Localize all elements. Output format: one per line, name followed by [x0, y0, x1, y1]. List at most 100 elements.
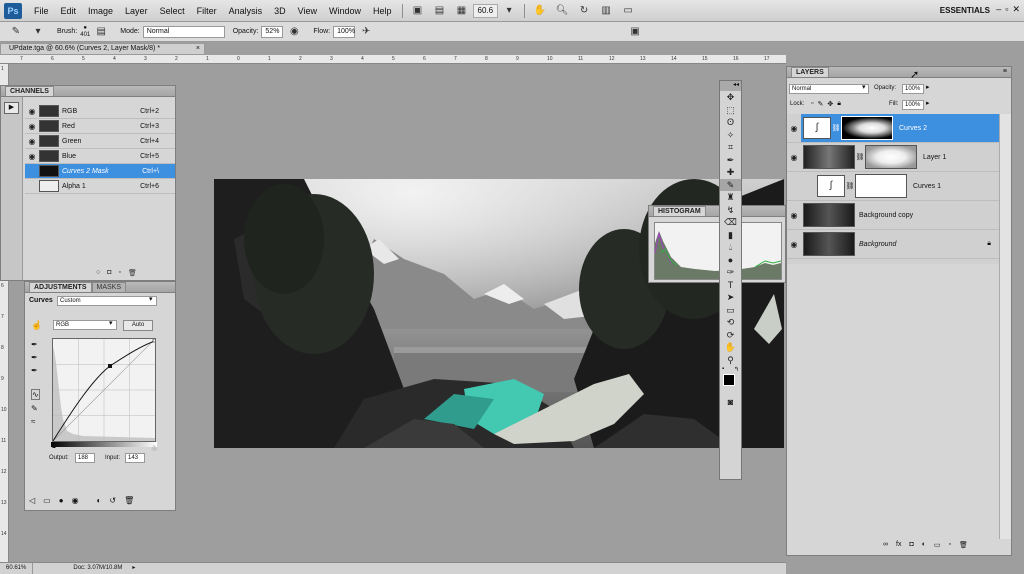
eyedropper-tool-icon[interactable]: ✒ — [720, 154, 741, 167]
tab-adjustments[interactable]: ADJUSTMENTS — [29, 282, 92, 292]
preset-select[interactable]: Custom — [57, 296, 157, 306]
rotate-view-icon[interactable]: ↻ — [576, 4, 592, 18]
toolbox-collapse-icon[interactable]: ◂◂ — [720, 81, 741, 91]
expand-panel-icon[interactable]: ▶ — [4, 102, 19, 114]
link-icon[interactable]: ⛓ — [845, 182, 855, 190]
brush-preset-picker[interactable]: ● 401 — [80, 25, 90, 39]
chevron-down-icon[interactable]: ▾ — [30, 25, 46, 39]
zoom-tool-icon[interactable]: ⚲ — [720, 354, 741, 367]
menu-layer[interactable]: Layer — [119, 0, 154, 22]
menu-select[interactable]: Select — [154, 0, 191, 22]
black-point-eyedropper-icon[interactable]: ✒ — [31, 340, 40, 349]
histogram-tab[interactable]: HISTOGRAM — [653, 206, 706, 216]
move-tool-icon[interactable]: ✥ — [720, 91, 741, 104]
launch-bridge-icon[interactable]: ▣ — [410, 4, 426, 18]
lock-all-icon[interactable]: 🔒︎ — [837, 100, 841, 108]
blur-tool-icon[interactable]: 💧︎ — [720, 241, 741, 254]
hand-tool-icon[interactable]: ✋ — [720, 341, 741, 354]
dodge-tool-icon[interactable]: ● — [720, 254, 741, 267]
new-layer-icon[interactable]: ▫ — [949, 541, 951, 549]
input-field[interactable]: 143 — [125, 453, 145, 463]
layer-row-curves-1[interactable]: ∫ ⛓ Curves 1 — [787, 172, 999, 201]
type-tool-icon[interactable]: T — [720, 279, 741, 292]
delete-layer-icon[interactable]: 🗑︎ — [959, 541, 968, 549]
blend-mode-select[interactable]: Normal — [789, 84, 869, 94]
brush-tool-icon[interactable]: ✎ — [8, 25, 24, 39]
link-icon[interactable]: ⛓ — [831, 124, 841, 132]
expanded-view-icon[interactable]: ▭ — [43, 496, 51, 505]
tablet-pressure-size-icon[interactable]: ▣ — [627, 25, 643, 39]
channel-row-rgb[interactable]: ◉ RGB Ctrl+2 — [25, 104, 175, 119]
layers-tab[interactable]: LAYERS — [791, 67, 829, 77]
panel-menu-icon[interactable]: ≡ — [1003, 67, 1007, 77]
eye-icon[interactable]: ◉ — [25, 107, 39, 116]
menu-filter[interactable]: Filter — [191, 0, 223, 22]
menu-image[interactable]: Image — [82, 0, 119, 22]
edit-points-icon[interactable]: ∿ — [31, 389, 40, 400]
workspace-switcher[interactable]: ESSENTIALS — [940, 0, 990, 22]
chevron-down-icon[interactable]: ▾ — [109, 319, 113, 327]
smooth-icon[interactable]: ≈ — [31, 417, 40, 426]
document-tab[interactable]: UPdate.tga @ 60.6% (Curves 2, Layer Mask… — [0, 43, 205, 55]
chevron-down-icon[interactable]: ▾ — [149, 295, 153, 303]
black-point-slider-icon[interactable]: ▲ — [51, 444, 57, 450]
layer-row-background-copy[interactable]: ◉ Background copy — [787, 201, 999, 230]
opacity-slider-icon[interactable]: ▸ — [926, 83, 930, 91]
new-adjustment-layer-icon[interactable]: ◐ — [922, 541, 926, 549]
link-layers-icon[interactable]: ∞ — [883, 541, 888, 549]
channel-select[interactable]: RGB — [53, 320, 117, 330]
healing-brush-tool-icon[interactable]: ✚ — [720, 166, 741, 179]
auto-button[interactable]: Auto — [123, 320, 153, 331]
delete-adjustment-icon[interactable]: 🗑︎ — [124, 496, 134, 505]
mini-bridge-icon[interactable]: ▤ — [432, 4, 448, 18]
pencil-icon[interactable]: ✎ — [31, 404, 40, 413]
menu-edit[interactable]: Edit — [55, 0, 83, 22]
maximize-icon[interactable]: ▫ — [1005, 4, 1008, 15]
output-field[interactable]: 188 — [75, 453, 95, 463]
visibility-icon[interactable]: ◉ — [72, 496, 79, 505]
lock-transparent-icon[interactable]: ▫ — [811, 100, 813, 108]
lock-image-icon[interactable]: ✎ — [817, 100, 823, 108]
channel-row-curves-2-mask[interactable]: Curves 2 Mask Ctrl+\ — [25, 164, 175, 179]
lasso-tool-icon[interactable]: ʘ — [720, 116, 741, 129]
new-channel-icon[interactable]: ▫ — [118, 269, 120, 277]
save-selection-icon[interactable]: ◘ — [107, 269, 111, 277]
menu-3d[interactable]: 3D — [268, 0, 292, 22]
fill-field[interactable]: 100% — [902, 100, 924, 110]
layer-opacity-field[interactable]: 100% — [902, 84, 924, 94]
brush-panel-icon[interactable]: ▤ — [93, 25, 109, 39]
menu-file[interactable]: File — [28, 0, 55, 22]
color-swatches[interactable]: ▪ ↰ — [720, 366, 741, 396]
layers-scrollbar[interactable] — [999, 114, 1011, 539]
lock-position-icon[interactable]: ✥ — [827, 100, 833, 108]
add-mask-icon[interactable]: ◘ — [909, 541, 913, 549]
flow-field[interactable]: 100% — [333, 25, 356, 38]
menu-view[interactable]: View — [292, 0, 323, 22]
targeted-adjustment-icon[interactable]: ☝ — [31, 320, 42, 331]
zoom-tool-icon[interactable]: 🔍︎ — [554, 4, 570, 18]
minimize-icon[interactable]: – — [996, 4, 1001, 15]
gray-point-eyedropper-icon[interactable]: ✒ — [31, 353, 40, 362]
history-brush-tool-icon[interactable]: ↯ — [720, 204, 741, 217]
marquee-tool-icon[interactable]: ⬚ — [720, 104, 741, 117]
3d-rotate-tool-icon[interactable]: ⟲ — [720, 316, 741, 329]
view-previous-state-icon[interactable]: ◐ — [97, 496, 102, 505]
fill-slider-icon[interactable]: ▸ — [926, 99, 930, 107]
channels-tab[interactable]: CHANNELS — [5, 86, 54, 96]
clip-to-layer-icon[interactable]: ● — [59, 496, 64, 505]
hand-tool-icon[interactable]: ✋ — [532, 4, 548, 18]
zoom-level-field[interactable]: 60.6 — [472, 3, 499, 18]
mode-select[interactable]: Normal — [142, 25, 225, 38]
menu-analysis[interactable]: Analysis — [223, 0, 269, 22]
eye-icon[interactable]: ◉ — [787, 211, 801, 220]
quick-mask-icon[interactable]: ◙ — [720, 396, 741, 409]
pen-tool-icon[interactable]: ✑ — [720, 266, 741, 279]
menu-help[interactable]: Help — [367, 0, 398, 22]
close-icon[interactable]: ✕ — [1012, 4, 1020, 15]
chevron-down-icon[interactable]: ▾ — [501, 4, 517, 18]
path-selection-tool-icon[interactable]: ➤ — [720, 291, 741, 304]
eye-icon[interactable]: ◉ — [25, 152, 39, 161]
layer-row-curves-2[interactable]: ◉ ∫ ⛓ Curves 2 — [787, 114, 999, 143]
screen-mode-icon[interactable]: ▭ — [620, 4, 636, 18]
tablet-pressure-opacity-icon[interactable]: ◉ — [286, 25, 302, 39]
